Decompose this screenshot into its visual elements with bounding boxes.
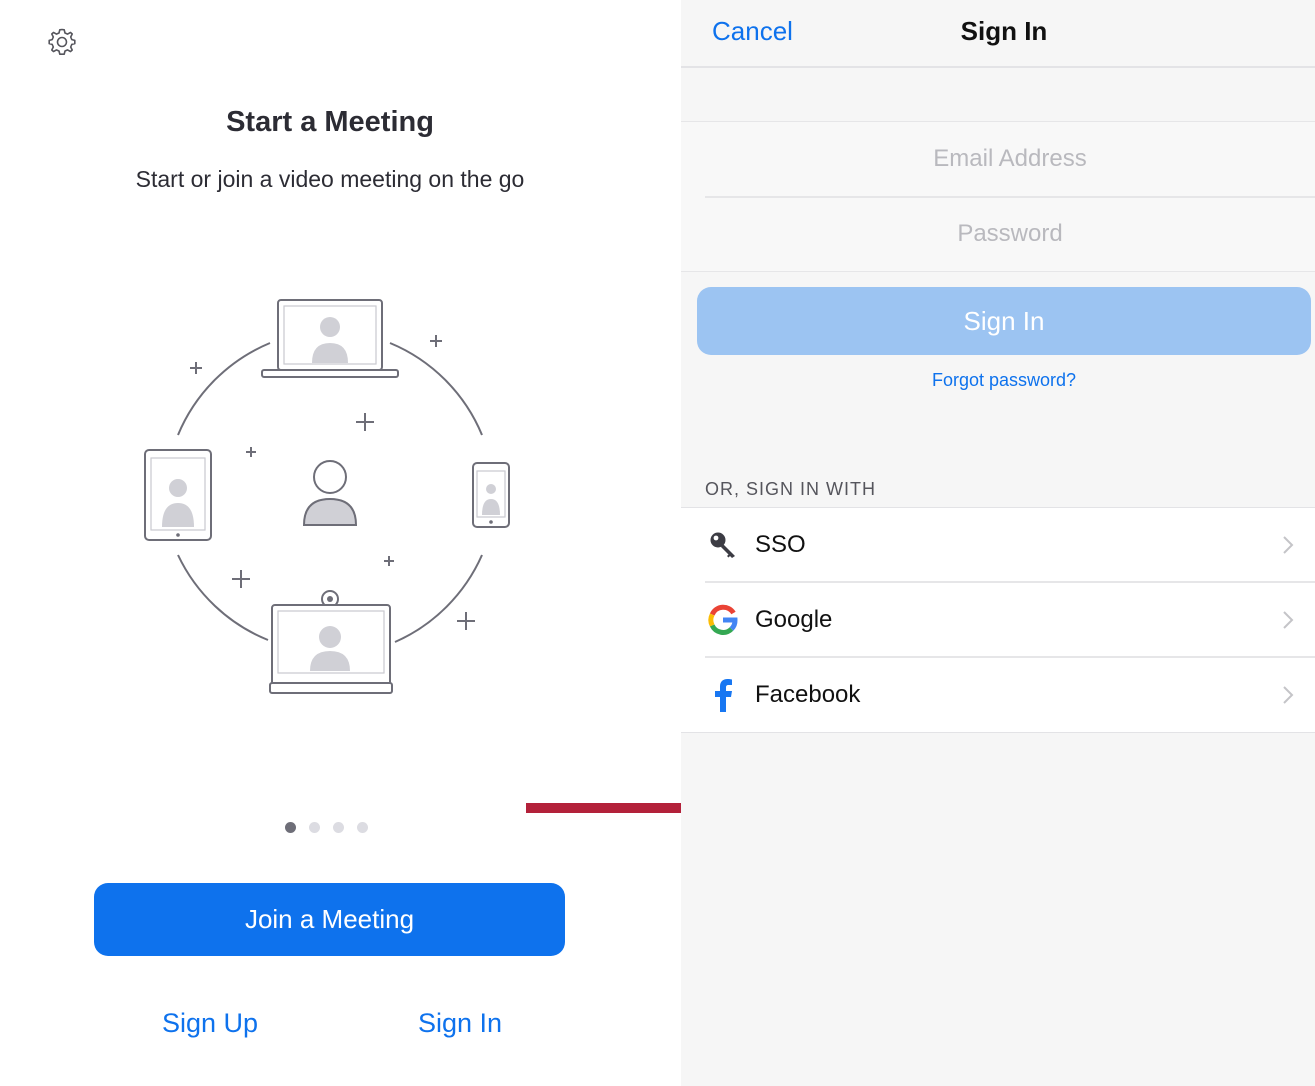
start-meeting-screen: Start a Meeting Start or join a video me… bbox=[0, 0, 655, 1086]
password-field[interactable]: Password bbox=[705, 197, 1315, 271]
page-subtitle: Start or join a video meeting on the go bbox=[135, 166, 525, 192]
facebook-icon bbox=[705, 677, 741, 713]
page-indicator bbox=[285, 822, 368, 833]
person-icon bbox=[302, 460, 358, 526]
sign-in-button[interactable]: Sign In bbox=[697, 287, 1311, 355]
video-meeting-illustration bbox=[144, 299, 510, 694]
chevron-right-icon bbox=[1283, 686, 1294, 704]
sso-sign-in-row[interactable]: SSO bbox=[681, 508, 1315, 583]
nav-title: Sign In bbox=[960, 16, 1048, 46]
page-dot[interactable] bbox=[309, 822, 320, 833]
forgot-password-link[interactable]: Forgot password? bbox=[681, 370, 1315, 391]
google-sign-in-row[interactable]: Google bbox=[681, 583, 1315, 658]
page-title: Start a Meeting bbox=[226, 106, 434, 138]
credentials-form: Email Address Password bbox=[681, 121, 1315, 272]
facebook-sign-in-row[interactable]: Facebook bbox=[681, 658, 1315, 732]
page-dot[interactable] bbox=[357, 822, 368, 833]
section-label: OR, SIGN IN WITH bbox=[705, 479, 876, 499]
key-icon bbox=[705, 527, 741, 563]
phone-device-icon bbox=[472, 462, 510, 528]
provider-label: SSO bbox=[755, 531, 806, 558]
provider-label: Google bbox=[755, 606, 833, 633]
chevron-right-icon bbox=[1283, 536, 1294, 554]
settings-gear-icon[interactable] bbox=[46, 26, 78, 58]
sign-up-link[interactable]: Sign Up bbox=[140, 1008, 280, 1039]
tablet-device-icon bbox=[144, 449, 212, 541]
chevron-right-icon bbox=[1283, 611, 1294, 629]
email-field[interactable]: Email Address bbox=[705, 122, 1315, 198]
sign-in-screen: Cancel Sign In Email Address Password Si… bbox=[681, 0, 1315, 1086]
sign-in-link[interactable]: Sign In bbox=[390, 1008, 530, 1039]
navigation-bar: Cancel Sign In bbox=[681, 0, 1315, 68]
google-icon bbox=[705, 602, 741, 638]
room-system-device-icon bbox=[269, 590, 393, 694]
provider-label: Facebook bbox=[755, 681, 861, 708]
join-meeting-button[interactable]: Join a Meeting bbox=[94, 883, 565, 956]
sign-in-providers-list: SSO Google Facebook bbox=[681, 507, 1315, 733]
page-dot[interactable] bbox=[333, 822, 344, 833]
page-dot-active[interactable] bbox=[285, 822, 296, 833]
laptop-device-icon bbox=[261, 299, 399, 378]
